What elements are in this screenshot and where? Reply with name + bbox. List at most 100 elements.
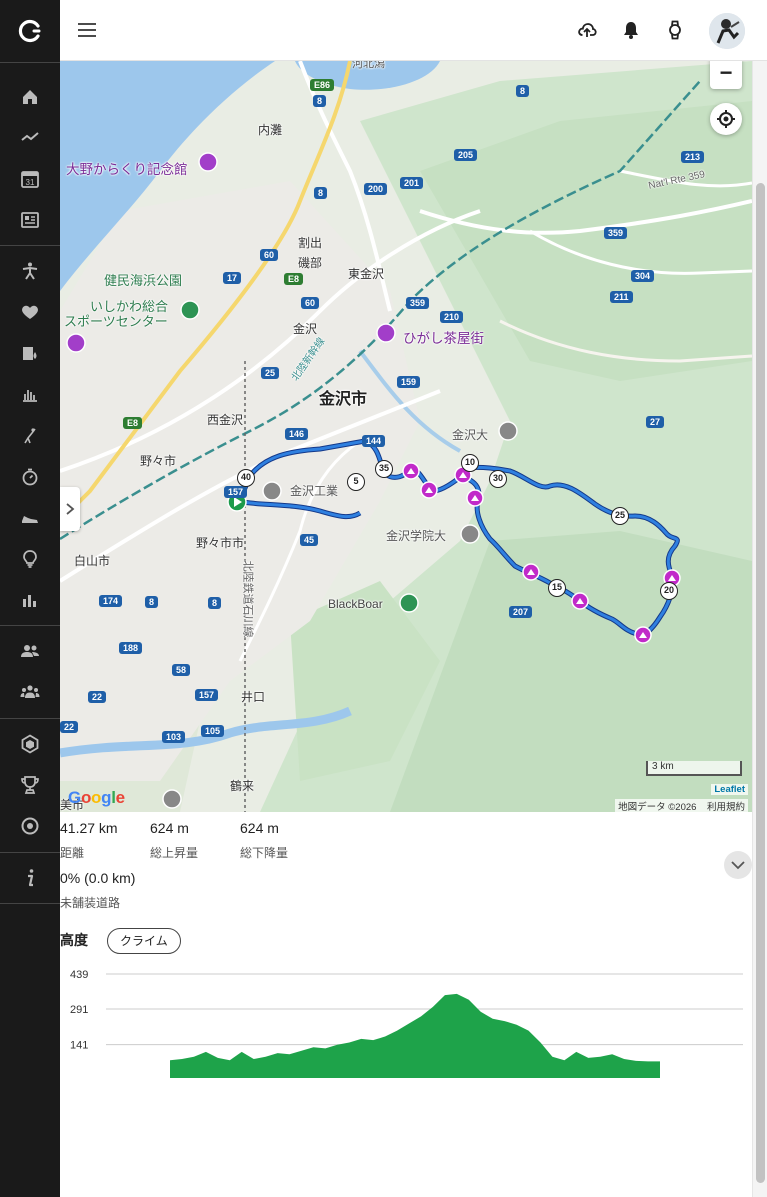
app-logo[interactable] xyxy=(0,0,60,62)
road-number-shield: 359 xyxy=(604,227,628,239)
page-scrollbar[interactable] xyxy=(752,61,767,1197)
road-number-shield: 205 xyxy=(454,149,478,161)
sidebar-item-statistics[interactable] xyxy=(0,582,60,618)
sidebar-item-training[interactable] xyxy=(0,253,60,289)
sidebar-item-gear[interactable] xyxy=(0,500,60,536)
crosshair-icon xyxy=(717,110,735,128)
map-panel-toggle[interactable] xyxy=(60,487,80,531)
map-label: 河北潟 xyxy=(352,61,385,70)
google-letter: g xyxy=(101,788,112,807)
sidebar-item-calendar[interactable]: 31 xyxy=(0,161,60,197)
sidebar-item-health[interactable] xyxy=(0,294,60,330)
map-label: 内灘 xyxy=(258,123,283,137)
road-number-shield: 8 xyxy=(313,95,327,107)
calendar-icon: 31 xyxy=(21,171,39,188)
sidebar-divider xyxy=(0,62,60,63)
road-number-shield: 157 xyxy=(195,689,219,701)
ascent-label: 総上昇量 xyxy=(150,846,199,860)
map-label-poi: 大野からくり記念館 xyxy=(66,162,188,177)
sidebar-item-challenges[interactable] xyxy=(0,767,60,803)
leaflet-link[interactable]: Leaflet xyxy=(711,784,748,795)
road-number-shield: 103 xyxy=(162,731,186,743)
top-header xyxy=(60,0,767,61)
map-label: 金沢学院大 xyxy=(386,529,447,543)
descent-label: 総下降量 xyxy=(240,846,289,860)
sidebar-divider xyxy=(0,903,60,904)
menu-button[interactable] xyxy=(72,15,102,45)
climb-filter-button[interactable]: クライム xyxy=(107,928,181,954)
route-map[interactable]: 河北潟 大野からくり記念館 内灘 割出 磯部 東金沢 健民海浜公園 いしかわ総合… xyxy=(60,61,752,812)
sidebar-item-news[interactable] xyxy=(0,202,60,238)
sidebar-item-connections[interactable] xyxy=(0,633,60,669)
device-button[interactable] xyxy=(660,15,690,45)
road-number-shield: E8 xyxy=(123,417,143,429)
heart-icon xyxy=(22,305,38,319)
google-letter: o xyxy=(80,788,92,807)
distance-marker: 25 xyxy=(611,507,629,525)
map-label: 磯部 xyxy=(298,256,323,270)
locate-button[interactable] xyxy=(710,103,742,135)
road-number-shield: 105 xyxy=(201,725,225,737)
map-label: 東金沢 xyxy=(348,267,385,281)
sidebar-item-stopwatch[interactable] xyxy=(0,459,60,495)
distance-marker: 30 xyxy=(489,470,507,488)
calendar-day: 31 xyxy=(26,178,35,187)
scrollbar-thumb[interactable] xyxy=(756,183,765,1183)
notifications-button[interactable] xyxy=(616,15,646,45)
road-number-shield: 60 xyxy=(301,297,320,309)
shoe-icon xyxy=(22,516,38,523)
avatar-image xyxy=(709,13,745,49)
sidebar-divider xyxy=(0,625,60,626)
stopwatch-icon xyxy=(22,468,38,486)
map-label-park: スポーツセンター xyxy=(64,314,168,329)
sidebar-item-home[interactable] xyxy=(0,79,60,115)
trophy-icon xyxy=(21,776,39,794)
map-label: 白山市 xyxy=(74,554,111,568)
google-letter: G xyxy=(68,788,81,807)
statistics-icon xyxy=(23,595,36,607)
info-icon xyxy=(28,869,34,887)
tracking-icon xyxy=(23,347,37,360)
sidebar-item-info[interactable] xyxy=(0,860,60,896)
sidebar-item-reports[interactable] xyxy=(0,376,60,412)
connections-icon xyxy=(21,645,39,657)
elevation-area xyxy=(170,993,660,1078)
road-number-shield: 8 xyxy=(208,597,222,609)
sidebar-item-groups[interactable] xyxy=(0,674,60,710)
chevron-down-icon xyxy=(731,861,745,870)
sidebar-item-badges[interactable] xyxy=(0,726,60,762)
sidebar-item-tracking[interactable] xyxy=(0,335,60,371)
road-number-shield: 25 xyxy=(261,367,280,379)
upload-button[interactable] xyxy=(572,15,602,45)
road-number-shield: 211 xyxy=(610,291,633,303)
terms-link[interactable]: 利用規約 xyxy=(707,802,745,812)
sidebar-item-golf[interactable] xyxy=(0,418,60,454)
google-logo: Google xyxy=(68,788,125,808)
road-number-shield: 17 xyxy=(223,272,242,284)
user-avatar[interactable] xyxy=(709,13,745,49)
road-number-shield: 8 xyxy=(314,187,328,199)
activity-pulse-icon xyxy=(21,132,39,141)
map-label: 割出 xyxy=(298,236,323,250)
home-icon xyxy=(23,90,37,104)
running-person-icon xyxy=(22,262,38,280)
road-number-shield: E86 xyxy=(310,79,335,91)
reports-chart-icon xyxy=(23,390,37,402)
elevation-y-tick: 291 xyxy=(70,1004,88,1016)
zoom-out-button[interactable]: − xyxy=(710,61,742,89)
map-label: 野々市市 xyxy=(196,536,245,550)
sidebar-item-insights[interactable] xyxy=(0,541,60,577)
leaflet-label[interactable]: Leaflet xyxy=(714,784,745,795)
map-label: 金沢大 xyxy=(452,428,489,442)
road-number-shield: 144 xyxy=(362,435,386,447)
road-number-shield: 213 xyxy=(681,151,705,163)
elevation-title: 高度 xyxy=(60,932,88,948)
chevron-right-icon xyxy=(66,503,75,515)
road-number-shield: 45 xyxy=(300,534,319,546)
sidebar-item-activities[interactable] xyxy=(0,119,60,155)
sidebar-item-goals[interactable] xyxy=(0,808,60,844)
badges-icon xyxy=(21,734,39,754)
sidebar-divider xyxy=(0,245,60,246)
expand-stats-button[interactable] xyxy=(724,851,752,879)
map-label: 井口 xyxy=(241,690,266,704)
